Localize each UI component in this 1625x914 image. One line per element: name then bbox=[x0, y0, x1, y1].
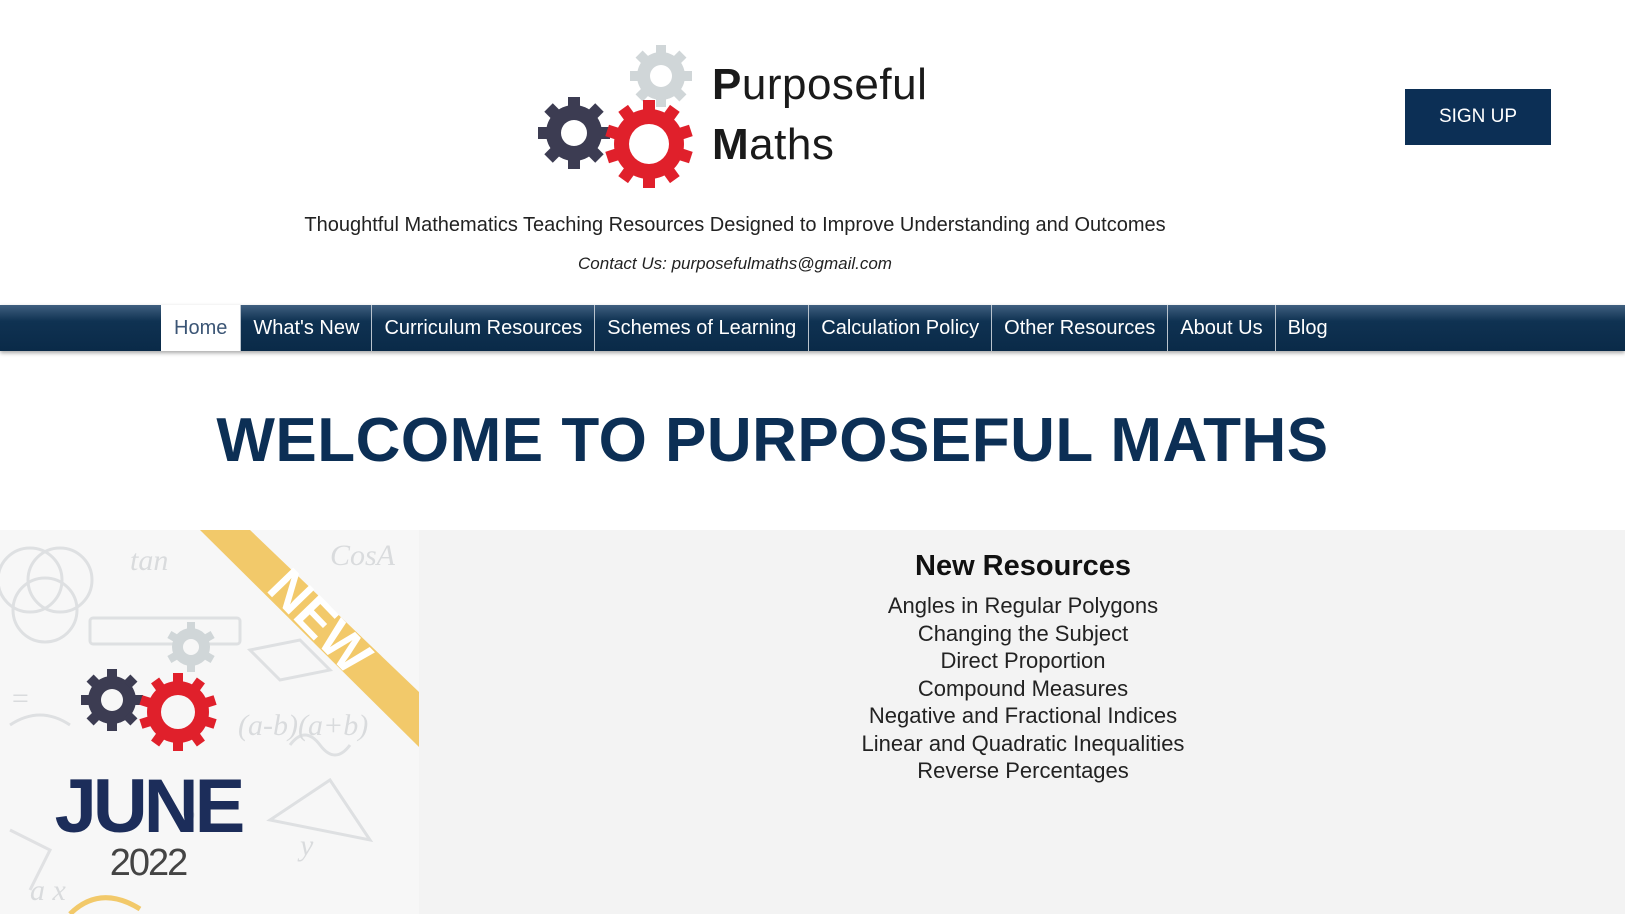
june-2022-promo-image[interactable]: tan CosA = (a-b)(a+b) y a x 2 NEW JUNE 2… bbox=[0, 530, 419, 914]
main-nav-bar: Home What's New Curriculum Resources Sch… bbox=[0, 305, 1625, 351]
new-resources-heading: New Resources bbox=[915, 550, 1131, 582]
svg-text:tan: tan bbox=[130, 544, 168, 577]
page-title: WELCOME TO PURPOSEFUL MATHS bbox=[216, 406, 1329, 475]
logo-rest-1: urposeful bbox=[741, 60, 928, 109]
sign-up-button[interactable]: SIGN UP bbox=[1405, 89, 1551, 145]
promo-graphic: tan CosA = (a-b)(a+b) y a x 2 NEW JUNE 2… bbox=[0, 530, 419, 914]
nav-item-home[interactable]: Home bbox=[161, 305, 242, 351]
nav-item-whats-new[interactable]: What's New bbox=[241, 305, 373, 351]
logo-text-line2[interactable]: Maths bbox=[712, 120, 834, 170]
logo-rest-2: aths bbox=[749, 120, 835, 169]
svg-text:=: = bbox=[10, 682, 30, 715]
nav-items: Home What's New Curriculum Resources Sch… bbox=[161, 305, 1340, 351]
nav-item-curriculum-resources[interactable]: Curriculum Resources bbox=[372, 305, 596, 351]
svg-text:a x: a x bbox=[30, 874, 67, 907]
svg-text:y: y bbox=[297, 829, 314, 862]
site-tagline: Thoughtful Mathematics Teaching Resource… bbox=[304, 214, 1166, 236]
resource-link-direct-proportion[interactable]: Direct Proportion bbox=[419, 647, 1625, 675]
gears-logo-icon[interactable] bbox=[538, 40, 698, 195]
resource-link-negative-fractional-indices[interactable]: Negative and Fractional Indices bbox=[419, 702, 1625, 730]
resource-link-compound-measures[interactable]: Compound Measures bbox=[419, 675, 1625, 703]
nav-item-calculation-policy[interactable]: Calculation Policy bbox=[809, 305, 993, 351]
resource-link-angles-regular-polygons[interactable]: Angles in Regular Polygons bbox=[419, 592, 1625, 620]
resource-link-changing-subject[interactable]: Changing the Subject bbox=[419, 620, 1625, 648]
nav-item-blog[interactable]: Blog bbox=[1276, 305, 1340, 351]
nav-item-schemes-of-learning[interactable]: Schemes of Learning bbox=[595, 305, 810, 351]
logo-text-line1[interactable]: Purposeful bbox=[712, 60, 927, 110]
new-resources-list: Angles in Regular Polygons Changing the … bbox=[419, 592, 1625, 785]
resource-link-linear-quadratic-inequalities[interactable]: Linear and Quadratic Inequalities bbox=[419, 730, 1625, 758]
svg-text:CosA: CosA bbox=[330, 539, 396, 572]
site-header: Purposeful Maths Thoughtful Mathematics … bbox=[0, 0, 1625, 305]
nav-item-other-resources[interactable]: Other Resources bbox=[992, 305, 1169, 351]
resource-link-reverse-percentages[interactable]: Reverse Percentages bbox=[419, 757, 1625, 785]
contact-email-link[interactable]: Contact Us: purposefulmaths@gmail.com bbox=[0, 254, 1470, 274]
logo-initial-m: M bbox=[712, 120, 750, 169]
promo-year: 2022 bbox=[110, 842, 187, 884]
promo-month: JUNE bbox=[55, 764, 243, 849]
svg-text:(a-b)(a+b): (a-b)(a+b) bbox=[238, 709, 368, 742]
nav-item-about-us[interactable]: About Us bbox=[1168, 305, 1276, 351]
logo-initial-p: P bbox=[712, 60, 742, 109]
new-resources-panel: New Resources Angles in Regular Polygons… bbox=[419, 530, 1625, 914]
